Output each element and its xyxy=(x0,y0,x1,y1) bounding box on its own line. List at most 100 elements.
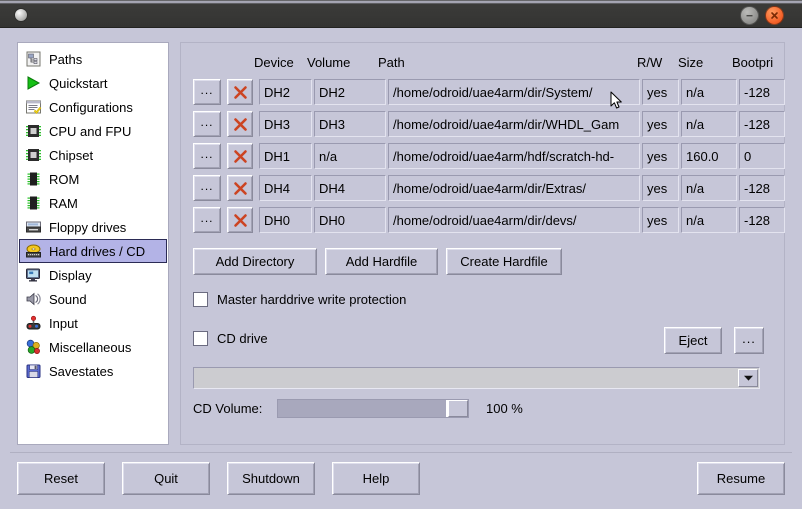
sidebar-item-configurations[interactable]: Configurations xyxy=(20,95,166,119)
cd-path-combobox[interactable] xyxy=(193,367,760,389)
sidebar-item-floppy-drives[interactable]: Floppy drives xyxy=(20,215,166,239)
sidebar-item-quickstart[interactable]: Quickstart xyxy=(20,71,166,95)
close-icon[interactable] xyxy=(765,6,784,25)
master-write-protection-row[interactable]: Master harddrive write protection xyxy=(193,292,406,307)
sidebar-item-paths[interactable]: Paths xyxy=(20,47,166,71)
sidebar-item-label: Sound xyxy=(49,292,87,307)
sidebar-item-label: ROM xyxy=(49,172,79,187)
row-browse-button[interactable]: ... xyxy=(193,111,221,137)
row-browse-button[interactable]: ... xyxy=(193,143,221,169)
cd-volume-slider[interactable] xyxy=(277,399,469,418)
cell-volume[interactable]: DH3 xyxy=(314,111,386,137)
cell-volume[interactable]: DH4 xyxy=(314,175,386,201)
column-header-volume: Volume xyxy=(307,55,350,70)
row-browse-button[interactable]: ... xyxy=(193,175,221,201)
mouse-cursor xyxy=(610,91,624,116)
red-x-delete-icon[interactable] xyxy=(227,79,253,105)
uae4arm-settings-window: Paths Quickstart xyxy=(0,0,802,509)
cell-size[interactable]: n/a xyxy=(681,111,737,137)
master-write-protection-checkbox[interactable] xyxy=(193,292,208,307)
bottom-separator xyxy=(10,452,792,453)
eject-button[interactable]: Eject xyxy=(664,327,722,354)
harddrive-cd-icon xyxy=(25,243,42,259)
cell-volume[interactable]: DH0 xyxy=(314,207,386,233)
column-header-bootpri: Bootpri xyxy=(732,55,773,70)
cell-volume[interactable]: n/a xyxy=(314,143,386,169)
misc-shapes-icon xyxy=(25,339,42,355)
app-dot-icon xyxy=(14,8,28,22)
cell-volume[interactable]: DH2 xyxy=(314,79,386,105)
add-hardfile-button[interactable]: Add Hardfile xyxy=(325,248,438,275)
sidebar-item-rom[interactable]: ROM xyxy=(20,167,166,191)
cell-path[interactable]: /home/odroid/uae4arm/dir/WHDL_Gam xyxy=(388,111,640,137)
shutdown-button[interactable]: Shutdown xyxy=(227,462,315,495)
cell-path[interactable]: /home/odroid/uae4arm/dir/Extras/ xyxy=(388,175,640,201)
cell-path[interactable]: /home/odroid/uae4arm/dir/devs/ xyxy=(388,207,640,233)
chevron-down-icon[interactable] xyxy=(738,369,758,387)
reset-button[interactable]: Reset xyxy=(17,462,105,495)
cell-size[interactable]: n/a xyxy=(681,175,737,201)
sidebar-item-input[interactable]: Input xyxy=(20,311,166,335)
cell-size[interactable]: n/a xyxy=(681,207,737,233)
row-browse-button[interactable]: ... xyxy=(193,79,221,105)
sidebar-item-sound[interactable]: Sound xyxy=(20,287,166,311)
cell-device[interactable]: DH0 xyxy=(259,207,312,233)
cell-size[interactable]: n/a xyxy=(681,79,737,105)
cell-rw[interactable]: yes xyxy=(642,79,679,105)
minimize-icon[interactable] xyxy=(740,6,759,25)
cell-rw[interactable]: yes xyxy=(642,111,679,137)
column-header-rw: R/W xyxy=(637,55,662,70)
cd-browse-button[interactable]: ... xyxy=(734,327,764,354)
help-button[interactable]: Help xyxy=(332,462,420,495)
cd-volume-percent: 100 % xyxy=(486,401,523,416)
cell-path[interactable]: /home/odroid/uae4arm/hdf/scratch-hd- xyxy=(388,143,640,169)
cell-device[interactable]: DH3 xyxy=(259,111,312,137)
hard-drives-panel: Device Volume Path R/W Size Bootpri ... … xyxy=(180,42,785,445)
cell-bootpri[interactable]: -128 xyxy=(739,111,785,137)
row-browse-button[interactable]: ... xyxy=(193,207,221,233)
play-triangle-icon xyxy=(25,75,42,91)
cd-path-value xyxy=(194,368,759,370)
cell-bootpri[interactable]: -128 xyxy=(739,175,785,201)
red-x-delete-icon[interactable] xyxy=(227,111,253,137)
cell-path[interactable]: /home/odroid/uae4arm/dir/System/ xyxy=(388,79,640,105)
sidebar-item-label: CPU and FPU xyxy=(49,124,131,139)
cell-rw[interactable]: yes xyxy=(642,175,679,201)
sidebar-item-cpu-and-fpu[interactable]: CPU and FPU xyxy=(20,119,166,143)
cell-device[interactable]: DH2 xyxy=(259,79,312,105)
cd-volume-label: CD Volume: xyxy=(193,401,262,416)
quit-button[interactable]: Quit xyxy=(122,462,210,495)
sidebar-item-label: Paths xyxy=(49,52,82,67)
sidebar-item-label: Chipset xyxy=(49,148,93,163)
red-x-delete-icon[interactable] xyxy=(227,207,253,233)
monitor-icon xyxy=(25,267,42,283)
joystick-icon xyxy=(25,315,42,331)
cell-size[interactable]: 160.0 xyxy=(681,143,737,169)
red-x-delete-icon[interactable] xyxy=(227,143,253,169)
cell-rw[interactable]: yes xyxy=(642,207,679,233)
create-hardfile-button[interactable]: Create Hardfile xyxy=(446,248,562,275)
resume-button[interactable]: Resume xyxy=(697,462,785,495)
sidebar-item-hard-drives-cd[interactable]: Hard drives / CD xyxy=(19,239,167,263)
sidebar-item-label: Savestates xyxy=(49,364,113,379)
cell-rw[interactable]: yes xyxy=(642,143,679,169)
cd-drive-row[interactable]: CD drive xyxy=(193,331,268,346)
sidebar-item-label: Quickstart xyxy=(49,76,108,91)
cell-device[interactable]: DH1 xyxy=(259,143,312,169)
sidebar-item-savestates[interactable]: Savestates xyxy=(20,359,166,383)
cd-drive-checkbox[interactable] xyxy=(193,331,208,346)
add-directory-button[interactable]: Add Directory xyxy=(193,248,317,275)
red-x-delete-icon[interactable] xyxy=(227,175,253,201)
sidebar-item-label: Hard drives / CD xyxy=(49,244,145,259)
cell-bootpri[interactable]: -128 xyxy=(739,79,785,105)
cell-device[interactable]: DH4 xyxy=(259,175,312,201)
sidebar-item-display[interactable]: Display xyxy=(20,263,166,287)
paths-icon xyxy=(25,51,42,67)
sidebar-item-chipset[interactable]: Chipset xyxy=(20,143,166,167)
sidebar-item-miscellaneous[interactable]: Miscellaneous xyxy=(20,335,166,359)
sidebar-item-ram[interactable]: RAM xyxy=(20,191,166,215)
cell-bootpri[interactable]: -128 xyxy=(739,207,785,233)
chip-icon xyxy=(25,147,42,163)
cd-volume-slider-handle[interactable] xyxy=(448,400,468,417)
cell-bootpri[interactable]: 0 xyxy=(739,143,785,169)
